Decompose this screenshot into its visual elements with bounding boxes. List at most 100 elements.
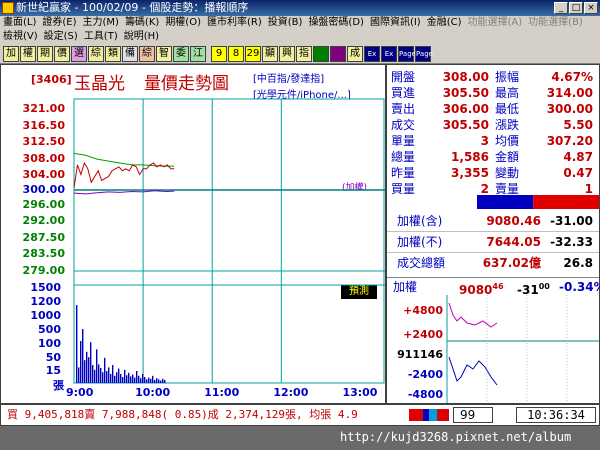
quote-value: 300.00: [546, 102, 593, 116]
toolbar-button[interactable]: Ex: [381, 46, 397, 62]
menu-item[interactable]: 工具(T): [81, 30, 121, 44]
menu-item[interactable]: 功能選擇(B): [525, 16, 586, 30]
toolbar-button[interactable]: [313, 46, 329, 62]
toolbar: 加權期價選綜類備綜智委江 9 8 29 顯興指成 Ex Ex Page Page: [0, 44, 600, 64]
quote-value: 314.00: [546, 86, 593, 100]
toolbar-button[interactable]: 價: [54, 46, 70, 62]
quote-row: 開盤 308.00 振幅 4.67%: [387, 69, 599, 85]
menu-item[interactable]: 畫面(L): [0, 16, 39, 30]
index-row: 加權(含) 9080.46 -31.00: [387, 211, 599, 232]
quote-label: 昨量: [391, 166, 416, 180]
menu-item[interactable]: 操盤密碼(D): [305, 16, 367, 30]
mini-index-label: 加權: [393, 280, 418, 294]
volume-bar: [150, 378, 152, 383]
toolbar-button[interactable]: Page: [415, 46, 433, 62]
quote-row: 單量 3 均價 307.20: [387, 133, 599, 149]
status-count-field[interactable]: 99: [453, 407, 493, 423]
volume-bar: [104, 357, 106, 383]
index-label: 加權(含): [397, 214, 443, 228]
plot-frame: [73, 98, 385, 384]
volume-bar: [140, 378, 142, 383]
toolbar-button[interactable]: 9: [211, 46, 227, 62]
volume-bar: [144, 377, 146, 383]
watermark-url: http://kujd3268.pixnet.net/album: [340, 430, 572, 444]
volume-bar: [102, 372, 104, 383]
index-change: -32.33: [550, 235, 593, 249]
close-button[interactable]: ×: [584, 2, 598, 14]
menu-item[interactable]: 設定(S): [41, 30, 81, 44]
toolbar-button[interactable]: 加: [3, 46, 19, 62]
index-row: 加權(不) 7644.05 -32.33: [387, 232, 599, 253]
status-clock: 10:36:34: [516, 407, 596, 423]
menu-item[interactable]: 證券(E): [39, 16, 79, 30]
toolbar-button[interactable]: 指: [296, 46, 312, 62]
quote-label: 成交: [391, 118, 416, 132]
price-line: [73, 161, 175, 189]
toolbar-button[interactable]: 江: [190, 46, 206, 62]
menu-bar-secondary: 檢視(V) 設定(S) 工具(T) 說明(H): [0, 30, 600, 44]
toolbar-button[interactable]: 權: [20, 46, 36, 62]
toolbar-button[interactable]: 智: [156, 46, 172, 62]
maximize-button[interactable]: □: [569, 2, 583, 14]
menu-item[interactable]: 國際資訊(I): [367, 16, 424, 30]
quote-row: 買進 305.50 最高 314.00: [387, 85, 599, 101]
menu-item[interactable]: 匯市利率(R): [204, 16, 265, 30]
index-value: 7644.05: [486, 235, 541, 249]
toolbar-button[interactable]: 綜: [139, 46, 155, 62]
menu-item[interactable]: 功能選擇(A): [465, 16, 526, 30]
volume-bar: [98, 364, 100, 383]
toolbar-button[interactable]: Page: [398, 46, 416, 62]
toolbar-button[interactable]: 備: [122, 46, 138, 62]
menu-item[interactable]: 投資(B): [265, 16, 306, 30]
toolbar-button[interactable]: 成: [347, 46, 363, 62]
volume-bar: [122, 377, 124, 383]
toolbar-button[interactable]: 顯: [262, 46, 278, 62]
mini-index-chart[interactable]: [387, 295, 599, 403]
quote-label: 變動: [495, 166, 520, 180]
menu-item[interactable]: 期權(O): [162, 16, 204, 30]
quote-label: 最高: [495, 86, 520, 100]
quote-value: 3,355: [451, 166, 489, 180]
price-chart[interactable]: [1, 65, 385, 403]
menu-item[interactable]: 金融(C): [424, 16, 465, 30]
quote-label: 買進: [391, 86, 416, 100]
volume-bar: [146, 379, 148, 383]
quote-label: 開盤: [391, 70, 416, 84]
quote-row: 總量 1,586 金額 4.87: [387, 149, 599, 165]
toolbar-button[interactable]: 期: [37, 46, 53, 62]
toolbar-button[interactable]: 綜: [88, 46, 104, 62]
quote-value: 308.00: [442, 70, 489, 84]
toolbar-button[interactable]: 委: [173, 46, 189, 62]
quote-value: 305.50: [442, 86, 489, 100]
volume-bar: [90, 342, 92, 383]
menu-item[interactable]: 檢視(V): [0, 30, 41, 44]
toolbar-button[interactable]: 興: [279, 46, 295, 62]
menu-item[interactable]: 主力(M): [80, 16, 122, 30]
quote-label: 均價: [495, 134, 520, 148]
minimize-button[interactable]: _: [554, 2, 568, 14]
menu-item[interactable]: 說明(H): [121, 30, 162, 44]
menu-bar-primary: 畫面(L) 證券(E) 主力(M) 籌碼(K) 期權(O) 匯市利率(R) 投資(B) 操盤密…: [0, 16, 600, 30]
quote-value: 307.20: [546, 134, 593, 148]
toolbar-button[interactable]: 8: [228, 46, 244, 62]
menu-item[interactable]: 籌碼(K): [122, 16, 162, 30]
volume-bar: [96, 349, 98, 383]
toolbar-button[interactable]: 類: [105, 46, 121, 62]
volume-bar: [94, 369, 96, 383]
chart-panel: [3406] 玉晶光 量價走勢圖 [中百指/發達指] [光學元件/iPhone/…: [0, 64, 386, 404]
quote-row: 昨量 3,355 變動 0.47: [387, 165, 599, 181]
buy-sell-bar-buy: [477, 195, 534, 209]
volume-bar: [132, 374, 134, 383]
volume-bar: [80, 341, 82, 383]
volume-bar: [86, 351, 88, 383]
mini-buy-line: [448, 302, 498, 328]
toolbar-button[interactable]: 29: [245, 46, 261, 62]
toolbar-button[interactable]: 選: [71, 46, 87, 62]
quote-label: 總量: [391, 150, 416, 164]
toolbar-button[interactable]: [330, 46, 346, 62]
volume-bar: [106, 371, 108, 383]
volume-bar: [152, 375, 154, 383]
volume-bar: [142, 374, 144, 383]
bottom-strip: http://kujd3268.pixnet.net/album: [0, 426, 600, 450]
toolbar-button[interactable]: Ex: [364, 46, 380, 62]
